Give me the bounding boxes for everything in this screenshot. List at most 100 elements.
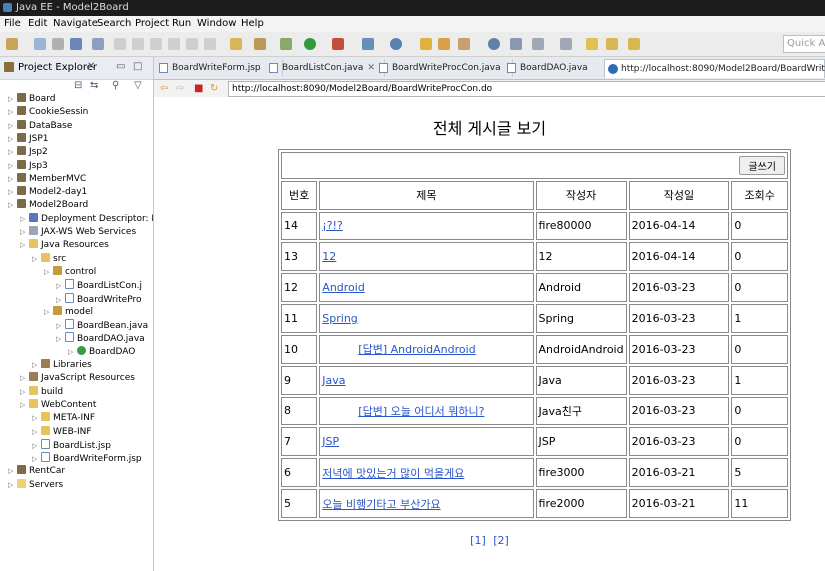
expand-toggle-icon[interactable]: ▷ bbox=[44, 266, 52, 279]
expand-toggle-icon[interactable]: ▷ bbox=[32, 426, 40, 439]
suspend-icon[interactable] bbox=[132, 38, 144, 50]
close-icon[interactable]: ✕ bbox=[367, 63, 375, 73]
back-icon[interactable] bbox=[606, 38, 618, 50]
stop-icon[interactable]: ■ bbox=[194, 83, 203, 94]
tree-item[interactable]: ▷ BoardWriteForm.jsp bbox=[32, 452, 142, 465]
post-title-link[interactable]: [답변] 오늘 어디서 뭐하니? bbox=[322, 405, 484, 418]
tree-item[interactable]: ▷ Board bbox=[8, 93, 55, 106]
post-title-link[interactable]: Java bbox=[322, 374, 345, 387]
expand-toggle-icon[interactable]: ▷ bbox=[32, 359, 40, 372]
expand-toggle-icon[interactable]: ▷ bbox=[68, 346, 76, 359]
link-editor-icon[interactable]: ⇆ bbox=[90, 80, 98, 91]
new-icon[interactable] bbox=[6, 38, 18, 50]
step-over-icon[interactable] bbox=[204, 38, 216, 50]
tree-item[interactable]: ▷ BoardWritePro bbox=[56, 292, 142, 307]
tree-item[interactable]: ▷ BoardDAO.java bbox=[56, 332, 145, 345]
write-button[interactable]: 글쓰기 bbox=[739, 155, 785, 175]
tree-item[interactable]: ▷ Java Resources bbox=[20, 239, 109, 252]
external-tools-icon[interactable] bbox=[332, 38, 344, 50]
tree-item[interactable]: ▷ build bbox=[20, 385, 63, 399]
expand-toggle-icon[interactable]: ▷ bbox=[8, 479, 16, 492]
new-server-icon[interactable] bbox=[362, 38, 374, 50]
expand-toggle-icon[interactable]: ▷ bbox=[8, 133, 16, 146]
forward-icon[interactable]: ⇨ bbox=[176, 83, 184, 94]
tree-item[interactable]: ▷ BoardBean.java bbox=[56, 319, 148, 332]
disconnect-icon[interactable] bbox=[168, 38, 180, 50]
post-title-link[interactable]: 저녁에 맛있는거 많이 먹을게요 bbox=[322, 467, 464, 480]
view-menu-icon[interactable]: ▽ bbox=[134, 80, 142, 91]
servers-icon[interactable] bbox=[254, 38, 266, 50]
tree-item[interactable]: ▷ JSP1 bbox=[8, 132, 49, 146]
tree-item[interactable]: ▷ Model2-day1 bbox=[8, 186, 87, 199]
post-title-link[interactable]: ¡?!? bbox=[322, 219, 343, 232]
print-icon[interactable] bbox=[70, 38, 82, 50]
expand-toggle-icon[interactable]: ▷ bbox=[8, 173, 16, 186]
tree-item[interactable]: ▷ BoardDAO bbox=[68, 345, 135, 359]
annotation-icon[interactable] bbox=[510, 38, 522, 50]
server-icon[interactable] bbox=[230, 38, 242, 50]
new-package-icon[interactable] bbox=[390, 38, 402, 50]
post-title-link[interactable]: [답변] AndroidAndroid bbox=[322, 343, 475, 356]
prev-annotation-icon[interactable] bbox=[560, 38, 572, 50]
tree-item[interactable]: ▷ BoardListCon.j bbox=[56, 279, 142, 292]
expand-toggle-icon[interactable]: ▷ bbox=[56, 320, 64, 333]
tree-item[interactable]: ▷ JavaScript Resources bbox=[20, 372, 135, 385]
tree-item[interactable]: ▷ WebContent bbox=[20, 398, 96, 412]
save-icon[interactable] bbox=[34, 38, 46, 50]
debug-icon[interactable] bbox=[280, 38, 292, 50]
tab-boardwriteproccon[interactable]: BoardWriteProcCon.java bbox=[376, 59, 513, 77]
web-browser-icon[interactable] bbox=[488, 38, 500, 50]
post-title-link[interactable]: JSP bbox=[322, 435, 339, 448]
post-title-link[interactable]: Android bbox=[322, 281, 365, 294]
tree-item[interactable]: ▷ CookieSessin bbox=[8, 106, 88, 119]
tree-item[interactable]: ▷ model bbox=[44, 305, 93, 319]
menu-window[interactable]: Window bbox=[197, 18, 236, 29]
tree-item[interactable]: ▷ src bbox=[32, 252, 66, 266]
page-link[interactable]: [1] bbox=[470, 534, 486, 547]
expand-toggle-icon[interactable]: ▷ bbox=[8, 93, 16, 106]
skip-breakpoints-icon[interactable] bbox=[92, 38, 104, 50]
expand-toggle-icon[interactable]: ▷ bbox=[20, 213, 28, 226]
menu-help[interactable]: Help bbox=[241, 18, 264, 29]
tab-boarddao[interactable]: BoardDAO.java bbox=[504, 59, 609, 77]
quick-access-field[interactable]: Quick Access bbox=[783, 35, 825, 53]
expand-toggle-icon[interactable]: ▷ bbox=[56, 333, 64, 346]
post-title-link[interactable]: 12 bbox=[322, 250, 336, 263]
maximize-icon[interactable]: □ bbox=[133, 61, 142, 72]
tree-item[interactable]: ▷ RentCar bbox=[8, 465, 65, 478]
expand-toggle-icon[interactable]: ▷ bbox=[8, 199, 16, 212]
tree-item[interactable]: ▷ Jsp3 bbox=[8, 159, 48, 173]
expand-toggle-icon[interactable]: ▷ bbox=[8, 160, 16, 173]
expand-toggle-icon[interactable]: ▷ bbox=[8, 465, 16, 478]
expand-toggle-icon[interactable]: ▷ bbox=[32, 412, 40, 425]
tree-item[interactable]: ▷ MemberMVC bbox=[8, 172, 86, 186]
expand-toggle-icon[interactable]: ▷ bbox=[8, 146, 16, 159]
tree-item[interactable]: ▷ META-INF bbox=[32, 412, 95, 425]
tree-item[interactable]: ▷ control bbox=[44, 265, 96, 279]
step-into-icon[interactable] bbox=[186, 38, 198, 50]
open-resource-icon[interactable] bbox=[438, 38, 450, 50]
menu-navigate[interactable]: Navigate bbox=[53, 18, 98, 29]
post-title-link[interactable]: 오늘 비행기타고 부산가요 bbox=[322, 498, 440, 511]
expand-toggle-icon[interactable]: ▷ bbox=[32, 440, 40, 453]
tree-item[interactable]: ▷ Model2Board bbox=[8, 199, 88, 212]
expand-toggle-icon[interactable]: ▷ bbox=[56, 294, 64, 307]
expand-toggle-icon[interactable]: ▷ bbox=[8, 186, 16, 199]
expand-toggle-icon[interactable]: ▷ bbox=[32, 253, 40, 266]
expand-toggle-icon[interactable]: ▷ bbox=[8, 106, 16, 119]
close-icon[interactable]: ✕ bbox=[87, 61, 95, 72]
expand-toggle-icon[interactable]: ▷ bbox=[8, 120, 16, 133]
expand-toggle-icon[interactable]: ▷ bbox=[20, 372, 28, 385]
tree-item[interactable]: ▷ Libraries bbox=[32, 359, 92, 372]
minimize-icon[interactable]: ▭ bbox=[116, 61, 125, 72]
tree-item[interactable]: ▷ BoardList.jsp bbox=[32, 438, 111, 453]
tree-item[interactable]: ▷ DataBase bbox=[8, 119, 72, 133]
tree-item[interactable]: ▷ Deployment Descriptor: M bbox=[20, 212, 153, 226]
forward-icon[interactable] bbox=[628, 38, 640, 50]
tab-browser[interactable]: http://localhost:8090/Model2Board/BoardW… bbox=[604, 59, 825, 78]
refresh-icon[interactable]: ↻ bbox=[210, 83, 218, 94]
expand-toggle-icon[interactable]: ▷ bbox=[20, 399, 28, 412]
expand-toggle-icon[interactable]: ▷ bbox=[20, 226, 28, 239]
collapse-all-icon[interactable]: ⊟ bbox=[74, 80, 82, 91]
menu-search[interactable]: Search bbox=[97, 18, 131, 29]
